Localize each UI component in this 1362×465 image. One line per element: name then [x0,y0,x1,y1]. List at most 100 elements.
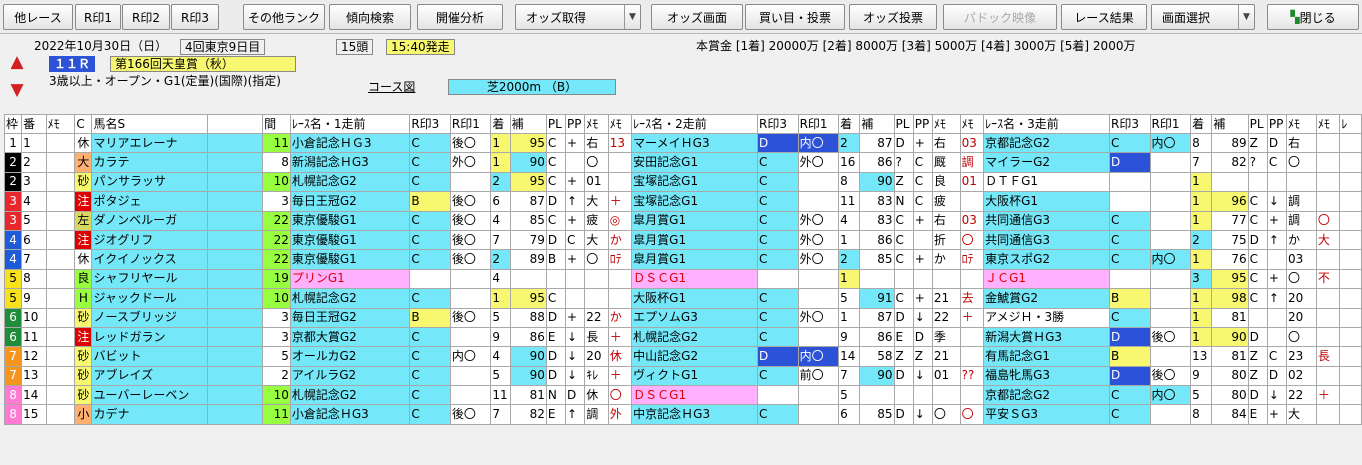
table-row[interactable]: 6 10 砂ノースブリッジ 3 毎日王冠G2 B 後〇 5 88 D +22 かエプソムG3 C 外〇 1 8… [3,307,1362,328]
horse-name[interactable]: ポタジェ [91,191,208,212]
past-race-name[interactable]: ＤＳＣG1 [631,268,759,290]
column-header[interactable] [206,114,264,134]
past-race-name[interactable]: 共同通信G3 [983,210,1110,231]
table-row[interactable]: 5 9 H ジャックドール 10 札幌記念G2 C 1 95 C 大阪杯G1 C 5 91 C +21 去金鯱賞… [3,288,1362,309]
past-race-name[interactable]: 札幌記念G2 [289,385,411,406]
column-header[interactable]: 補 [1211,114,1249,134]
column-header[interactable]: R印3 [757,114,799,134]
race-result-button[interactable]: レース結果 [1061,4,1147,30]
horse-name[interactable]: アブレイズ [91,365,208,387]
mark3-button[interactable]: R印3 [171,4,219,30]
column-header[interactable]: 着 [490,114,511,134]
column-header[interactable]: 着 [1190,114,1213,134]
column-header[interactable]: ﾚ [1339,114,1362,134]
next-race-arrow-icon[interactable]: ▼ [6,79,28,101]
column-header[interactable]: R印3 [1109,114,1151,134]
past-race-name[interactable]: ＤＳＣG1 [631,385,759,406]
course-map-link[interactable]: コース図 [368,79,415,95]
prev-race-arrow-icon[interactable]: ▲ [6,51,28,73]
column-header[interactable]: R印1 [1149,114,1192,134]
past-race-name[interactable]: 京都記念G2 [983,385,1110,406]
past-race-name[interactable]: 皐月賞G1 [631,210,759,231]
past-race-name[interactable]: 平安ＳG3 [983,404,1110,425]
table-row[interactable]: 3 4 注ポタジェ 3 毎日王冠G2 B 後〇 6 87 D ↑ 大＋宝塚記念G1 C 11 83 N C 疲大阪… [3,191,1362,212]
chevron-down-icon[interactable]: ▼ [624,5,640,29]
column-header[interactable]: PL [1247,114,1268,134]
past-race-name[interactable]: 小倉記念ＨＧ3 [289,132,411,154]
past-race-name[interactable]: 京都記念G2 [983,132,1110,154]
bet-button[interactable]: 買い目・投票 [745,4,845,30]
horse-name[interactable]: ユーバーレーベン [91,385,208,406]
horse-name[interactable]: イクイノックス [91,249,208,270]
table-row[interactable]: 8 15 小カデナ 11 小倉記念ＨG3 C 後〇 7 82 E ↑ 調外中京記念ＨG3 C 6 85 D ↓ 〇… [3,404,1362,425]
table-row[interactable]: 8 14 砂ユーバーレーベン 10 札幌記念G2 C 11 81 N D 休〇 ＤＳＣG1 5 京都記念G… [3,385,1362,406]
horse-name[interactable]: シャフリヤール [91,268,208,290]
table-row[interactable]: 1 1 休マリアエレーナ 11 小倉記念ＨＧ3 C 後〇 1 95 C + 右 13 マーメイＨG3 D 内〇… [3,132,1362,154]
column-header[interactable]: ﾚｰｽ名・3走前 [983,114,1110,134]
horse-name[interactable]: マリアエレーナ [91,132,208,154]
horse-name[interactable]: バビット [91,346,208,367]
column-header[interactable]: ﾒﾓ [1286,114,1317,134]
past-race-name[interactable]: 金鯱賞G2 [983,288,1110,309]
horse-name[interactable]: カラテ [91,152,208,173]
other-rank-button[interactable]: その他ランク [243,4,325,30]
column-header[interactable]: ﾒﾓ [45,114,76,134]
column-header[interactable]: PL [893,114,914,134]
horse-name[interactable]: ダノンベルーガ [91,210,208,231]
column-header[interactable]: R印3 [409,114,451,134]
table-row[interactable]: 4 6 注ジオグリフ 22 東京優駿G1 C 後〇 7 79 D C 大か皐月賞G1 C 外〇 1 86 C 折〇… [3,229,1362,251]
other-race-button[interactable]: 他レース [3,4,73,30]
column-header[interactable]: 補 [509,114,547,134]
past-race-name[interactable]: 福島牝馬G3 [983,365,1110,387]
column-header[interactable]: ﾒﾓ [607,114,633,134]
column-header[interactable]: PP [1266,114,1288,134]
screen-select-button[interactable]: 画面選択 ▼ [1151,4,1255,30]
column-header[interactable]: 枠 [3,114,23,134]
column-header[interactable]: R印1 [449,114,492,134]
column-header[interactable]: 番 [21,114,47,134]
mark1-button[interactable]: R印1 [75,4,121,30]
past-race-name[interactable]: 大阪杯G1 [631,288,759,309]
past-race-name[interactable]: 東京優駿G1 [289,229,411,251]
past-race-name[interactable]: 東京優駿G1 [289,249,411,270]
table-row[interactable]: 7 13 砂アブレイズ 2 アイルラG2 C 5 90 D ↓ ｷﾚ＋ヴィクトG1 C 前〇 7 90 D ↓ 0… [3,365,1362,387]
column-header[interactable]: PP [912,114,933,134]
close-button[interactable]: ▚ 閉じる [1267,4,1359,30]
past-race-name[interactable]: 東京優駿G1 [289,210,411,231]
past-race-name[interactable]: 宝塚記念G1 [631,191,759,212]
horse-name[interactable]: パンサラッサ [91,171,208,193]
table-row[interactable]: 6 11 注レッドガラン 3 京都大賞G2 C 9 86 E ↓ 長＋札幌記念G2 C 9 86 E D 季新潟… [3,326,1362,348]
column-header[interactable]: ﾒﾓ [931,114,961,134]
column-header[interactable]: 着 [838,114,861,134]
column-header[interactable]: ﾚｰｽ名・2走前 [631,114,759,134]
meeting-analysis-button[interactable]: 開催分析 [417,4,503,30]
table-row[interactable]: 4 7 休イクイノックス 22 東京優駿G1 C 後〇 2 89 B + 〇ﾛﾃ 皐月賞G1 C 外〇 2 85… [3,249,1362,270]
horse-name[interactable]: ジオグリフ [91,229,208,251]
past-race-name[interactable]: 大阪杯G1 [983,191,1110,212]
mark2-button[interactable]: R印2 [122,4,170,30]
chevron-down-icon[interactable]: ▼ [1238,5,1254,29]
past-race-name[interactable]: 有馬記念G1 [983,346,1110,367]
column-header[interactable]: 馬名S [91,114,208,134]
past-race-name[interactable]: 宝塚記念G1 [631,171,759,193]
past-race-name[interactable]: マーメイＨG3 [631,132,759,154]
past-race-name[interactable]: 札幌記念G2 [289,288,411,309]
column-header[interactable]: PP [565,114,586,134]
past-race-name[interactable]: 皐月賞G1 [631,249,759,270]
past-race-name[interactable]: ＪＣG1 [983,268,1110,290]
past-race-name[interactable]: プリンG1 [289,268,411,290]
column-header[interactable]: ﾒﾓ [584,114,609,134]
table-row[interactable]: 2 3 砂パンサラッサ 10 札幌記念G2 C 2 95 C +01 宝塚記念G1 C 8 90 Z C 良 01… [3,171,1362,193]
table-row[interactable]: 2 2 大カラテ 8 新潟記念ＨG3 C 外〇 1 90 C 〇安田記念G1 C 外〇 16 86? C 厩調マ… [3,152,1362,173]
table-row[interactable]: 3 5 左ダノンベルーガ 22 東京優駿G1 C 後〇 4 85 C + 疲 ◎ 皐月賞G1 C 外〇 4 83 C… [3,210,1362,231]
past-race-name[interactable]: 京都大賞G2 [289,326,411,348]
column-header[interactable]: ﾒﾓ [959,114,985,134]
odds-screen-button[interactable]: オッズ画面 [651,4,743,30]
past-race-name[interactable]: 新潟記念ＨG3 [289,152,411,173]
past-race-name[interactable]: 新潟大賞ＨG3 [983,326,1110,348]
past-race-name[interactable]: 小倉記念ＨG3 [289,404,411,425]
horse-name[interactable]: ノースブリッジ [91,307,208,328]
table-row[interactable]: 5 8 良シャフリヤール 19 プリンG1 4 ＤＳＣG1 1 ＪＣG1 3 95 C + 〇不 [3,268,1362,290]
past-race-name[interactable]: エプソムG3 [631,307,759,328]
past-race-name[interactable]: オールカG2 [289,346,411,367]
